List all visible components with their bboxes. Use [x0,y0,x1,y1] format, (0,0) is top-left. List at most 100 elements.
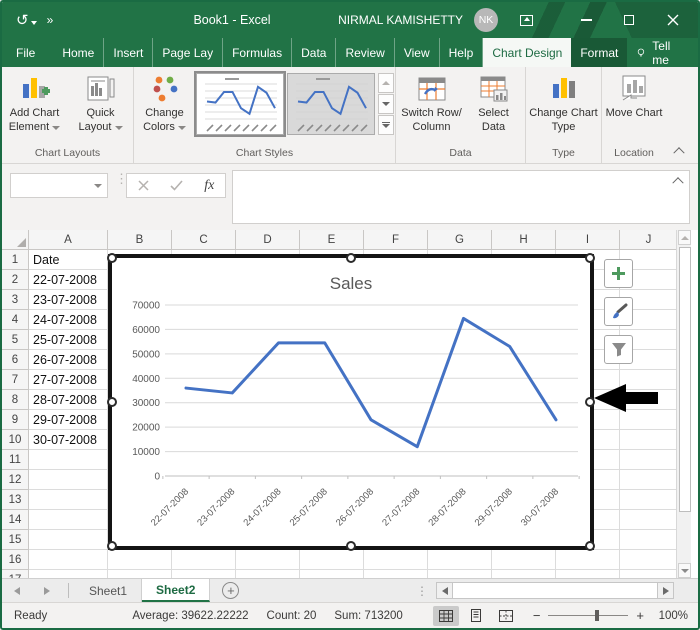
insert-function-button[interactable]: fx [204,178,214,194]
sales-chart[interactable]: Sales 0 10000 20000 30000 40000 50000 60000 7000… [107,253,595,551]
cell-J11[interactable] [620,450,678,470]
cancel-icon[interactable] [138,180,149,191]
column-header-E[interactable]: E [300,230,364,250]
chart-style-button[interactable] [604,297,633,326]
column-header-H[interactable]: H [492,230,556,250]
cell-G16[interactable] [428,550,492,570]
tab-home[interactable]: Home [53,38,105,67]
chart-filters-button[interactable] [604,335,633,364]
status-count[interactable]: Count: 20 [267,610,317,622]
cell-J12[interactable] [620,470,678,490]
column-header-J[interactable]: J [620,230,678,250]
cell-A10[interactable]: 30-07-2008 [29,430,108,450]
scroll-down-button[interactable] [678,563,691,578]
page-layout-view-button[interactable] [463,606,489,626]
cell-A14[interactable] [29,510,108,530]
cell-A8[interactable]: 28-07-2008 [29,390,108,410]
cell-C17[interactable] [172,570,236,578]
cell-J13[interactable] [620,490,678,510]
resize-handle-top-left[interactable] [107,253,117,263]
row-header-16[interactable]: 16 [2,550,29,570]
cell-A1[interactable]: Date [29,250,108,270]
move-chart-button[interactable]: Move Chart [605,71,663,121]
account-name[interactable]: NIRMAL KAMISHETTY [338,13,463,27]
zoom-slider[interactable] [548,609,629,621]
quick-layout-button[interactable]: Quick Layout [69,71,133,135]
resize-handle-bottom-right[interactable] [585,541,595,551]
cell-I16[interactable] [556,550,620,570]
column-header-C[interactable]: C [172,230,236,250]
customize-quick-access-icon[interactable]: » [47,13,54,27]
sheet-tab-sheet1[interactable]: Sheet1 [75,579,143,602]
tell-me[interactable]: Tell me [627,38,685,67]
cell-A5[interactable]: 25-07-2008 [29,330,108,350]
column-header-I[interactable]: I [556,230,620,250]
tab-chart-design[interactable]: Chart Design [483,38,572,67]
scroll-up-button[interactable] [678,230,691,245]
zoom-in-button[interactable]: + [636,608,644,623]
vertical-scrollbar[interactable] [676,230,691,578]
resize-handle-top-right[interactable] [585,253,595,263]
status-average[interactable]: Average: 39622.22222 [132,610,248,622]
normal-view-button[interactable] [432,605,459,626]
cell-F17[interactable] [364,570,428,578]
gallery-more-button[interactable] [377,115,394,135]
cell-C16[interactable] [172,550,236,570]
cell-F16[interactable] [364,550,428,570]
row-header-7[interactable]: 7 [2,370,29,390]
status-sum[interactable]: Sum: 713200 [334,610,402,622]
row-header-14[interactable]: 14 [2,510,29,530]
column-header-A[interactable]: A [29,230,108,250]
cell-J15[interactable] [620,530,678,550]
cell-A6[interactable]: 26-07-2008 [29,350,108,370]
add-chart-element-button[interactable]: Add Chart Element [3,71,67,135]
row-header-12[interactable]: 12 [2,470,29,490]
zoom-out-button[interactable]: − [533,608,541,623]
row-header-13[interactable]: 13 [2,490,29,510]
cell-A4[interactable]: 24-07-2008 [29,310,108,330]
cell-J9[interactable] [620,410,678,430]
cell-A2[interactable]: 22-07-2008 [29,270,108,290]
cell-E17[interactable] [300,570,364,578]
tab-view[interactable]: View [395,38,440,67]
tab-review[interactable]: Review [336,38,395,67]
horizontal-scroll-thumb[interactable] [452,583,658,598]
column-header-G[interactable]: G [428,230,492,250]
sheet-tab-sheet2[interactable]: Sheet2 [142,579,211,602]
select-all-corner[interactable] [2,230,29,250]
gallery-down-button[interactable] [377,94,394,114]
minimize-button[interactable] [569,2,603,38]
resize-handle-bottom-left[interactable] [107,541,117,551]
cell-B17[interactable] [108,570,172,578]
row-header-8[interactable]: 8 [2,390,29,410]
ribbon-display-options-button[interactable] [509,2,543,38]
next-sheet-button[interactable] [32,579,62,602]
cell-A15[interactable] [29,530,108,550]
row-header-6[interactable]: 6 [2,350,29,370]
row-header-2[interactable]: 2 [2,270,29,290]
tab-format[interactable]: Format [571,38,628,67]
tab-page-lay[interactable]: Page Lay [153,38,224,67]
zoom-slider-thumb[interactable] [594,609,599,621]
avatar[interactable]: NK [474,8,498,32]
tab-file[interactable]: File [2,38,49,67]
cell-A9[interactable]: 29-07-2008 [29,410,108,430]
tab-data[interactable]: Data [292,38,337,67]
new-sheet-button[interactable]: + [222,582,240,599]
chart-elements-button[interactable] [604,259,633,288]
resize-handle-left[interactable] [107,397,117,407]
chart-style-2-thumbnail[interactable] [286,73,375,135]
change-chart-type-button[interactable]: Change Chart Type [529,71,599,135]
tab-insert[interactable]: Insert [104,38,154,67]
chart-style-1-thumbnail[interactable] [193,71,286,137]
cell-J14[interactable] [620,510,678,530]
collapse-ribbon-button[interactable] [670,143,688,159]
column-header-F[interactable]: F [364,230,428,250]
row-header-10[interactable]: 10 [2,430,29,450]
row-header-3[interactable]: 3 [2,290,29,310]
row-header-4[interactable]: 4 [2,310,29,330]
cell-A17[interactable] [29,570,108,578]
change-colors-button[interactable]: Change Colors [136,71,194,135]
row-header-1[interactable]: 1 [2,250,29,270]
scroll-left-button[interactable] [437,583,452,598]
